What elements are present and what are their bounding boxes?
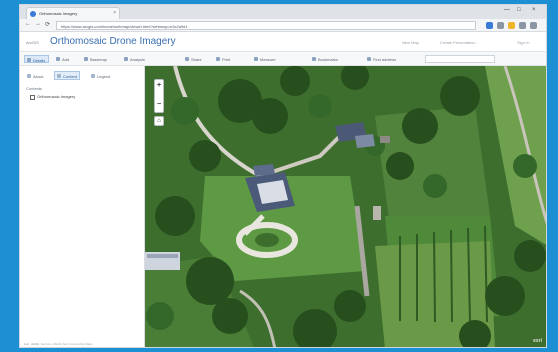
page-title: Orthomosaic Drone Imagery <box>50 36 176 47</box>
star-icon[interactable] <box>508 22 515 29</box>
contents-panel: About Content Legend Contents Orthomosai… <box>20 66 145 347</box>
zoom-control: + − <box>154 79 164 113</box>
home-button[interactable]: ⌂ <box>154 116 164 126</box>
sign-in-link[interactable]: Sign In <box>517 40 529 45</box>
basemap-button[interactable]: Basemap <box>82 55 110 63</box>
layer-name: Orthomosaic Imagery <box>37 94 76 99</box>
settings-icon[interactable] <box>530 22 537 29</box>
measure-button[interactable]: Measure <box>252 55 279 63</box>
print-button[interactable]: Print <box>214 55 233 63</box>
analysis-button[interactable]: Analysis <box>122 55 148 63</box>
map-view[interactable]: + − ⌂ esri <box>145 66 546 347</box>
esri-logo: esri <box>533 338 542 344</box>
url-field[interactable]: https://www.arcgis.com/home/webmap/viewe… <box>56 21 476 30</box>
contents-heading: Contents <box>26 86 43 91</box>
details-button[interactable]: Details <box>24 55 50 63</box>
tab-about[interactable]: About <box>24 71 46 80</box>
attribution-text: Esri, HERE, Garmin, USGS | Esri Communit… <box>24 342 93 346</box>
aerial-imagery <box>145 66 546 347</box>
search-input[interactable] <box>425 55 495 63</box>
browser-tabstrip: Orthomosaic Imagery × — □ × <box>20 5 546 19</box>
forward-button[interactable]: → <box>35 21 41 27</box>
browser-tab[interactable]: Orthomosaic Imagery × <box>26 7 120 19</box>
tab-title: Orthomosaic Imagery <box>39 11 78 16</box>
create-presentation-link[interactable]: Create Presentation <box>440 40 476 45</box>
find-address-button[interactable]: Find address <box>365 55 399 63</box>
app-header: ArcGIS Orthomosaic Drone Imagery New Map… <box>20 32 546 52</box>
browser-window: Orthomosaic Imagery × — □ × ← → ⟳ https:… <box>19 4 547 348</box>
close-window-button[interactable]: × <box>532 7 536 13</box>
app-logo[interactable]: ArcGIS <box>26 40 39 45</box>
map-toolbar: Details Add Basemap Analysis Share Print… <box>20 52 546 66</box>
tab-content[interactable]: Content <box>54 71 81 80</box>
add-button[interactable]: Add <box>54 55 72 63</box>
search-icon[interactable] <box>497 22 504 29</box>
tab-legend[interactable]: Legend <box>88 71 113 80</box>
reload-button[interactable]: ⟳ <box>45 21 50 28</box>
layer-visibility-checkbox[interactable] <box>30 95 35 100</box>
bookmarks-button[interactable]: Bookmarks <box>310 55 341 63</box>
zoom-in-button[interactable]: + <box>155 81 163 91</box>
maximize-button[interactable]: □ <box>517 7 521 13</box>
back-button[interactable]: ← <box>25 21 31 27</box>
tab-close-icon[interactable]: × <box>113 10 116 16</box>
downloads-icon[interactable] <box>519 22 526 29</box>
favicon-icon <box>30 11 36 17</box>
layer-item[interactable]: Orthomosaic Imagery <box>30 94 75 101</box>
share-button[interactable]: Share <box>183 55 205 63</box>
new-map-link[interactable]: New Map <box>402 40 419 45</box>
extension-icon[interactable] <box>486 22 493 29</box>
minimize-button[interactable]: — <box>504 7 510 13</box>
address-bar: ← → ⟳ https://www.arcgis.com/home/webmap… <box>20 19 546 32</box>
zoom-out-button[interactable]: − <box>155 100 163 110</box>
